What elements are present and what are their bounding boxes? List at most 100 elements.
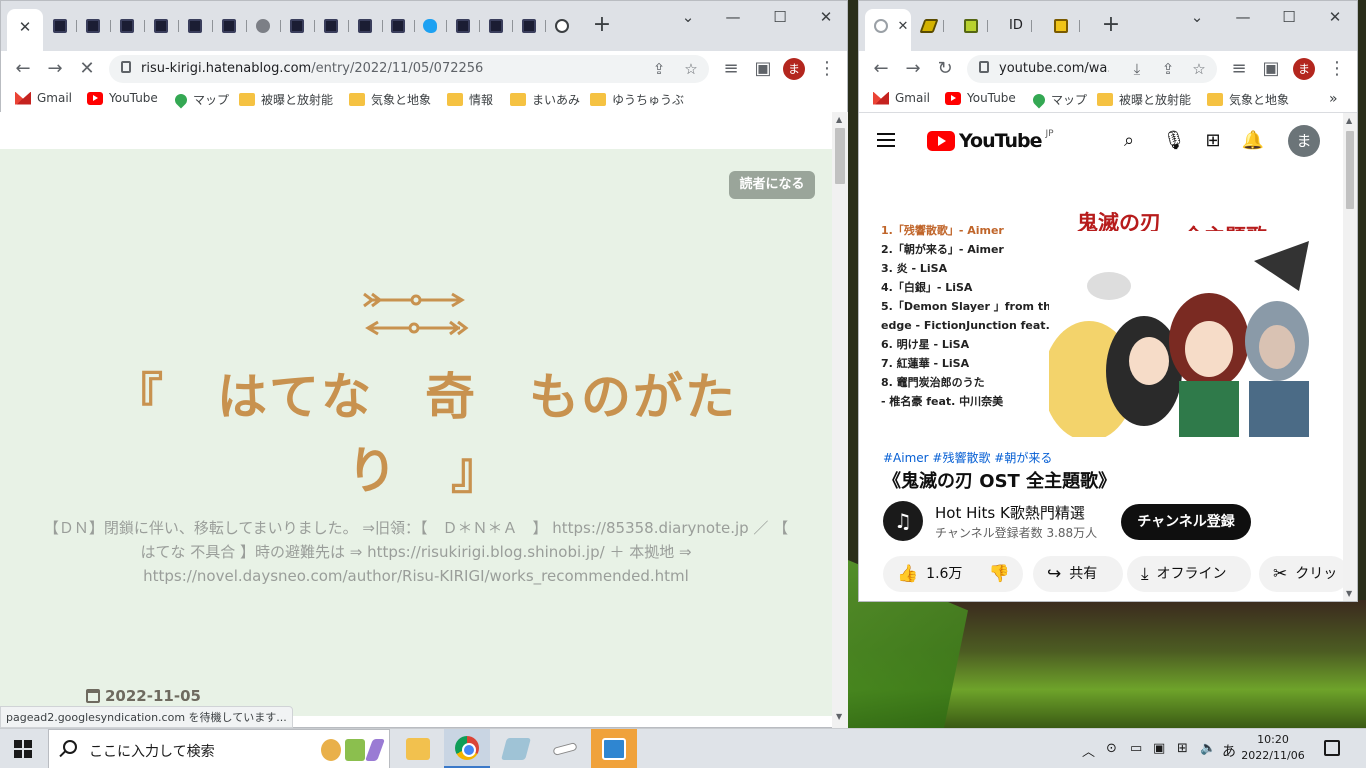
youtube-logo[interactable]: YouTube JP: [927, 129, 1054, 152]
active-tab-youtube[interactable]: ✕: [865, 9, 911, 51]
share-button[interactable]: ↪ 共有: [1033, 556, 1123, 592]
address-bar[interactable]: youtube.com/wa... ⤓ ⇪ ☆: [967, 55, 1217, 83]
ime-indicator[interactable]: あ: [1222, 741, 1236, 761]
like-button[interactable]: 👍 1.6万 👎: [883, 556, 1023, 592]
profile-avatar[interactable]: ま: [1293, 58, 1315, 80]
close-window-button[interactable]: ✕: [814, 7, 838, 27]
bookmarks-overflow-icon[interactable]: »: [1329, 91, 1338, 107]
side-panel-icon[interactable]: ▣: [1259, 57, 1283, 81]
scroll-down-arrow-icon[interactable]: ▼: [836, 712, 842, 721]
back-button[interactable]: ←: [869, 57, 893, 81]
channel-avatar[interactable]: ♫: [883, 501, 923, 541]
bookmark-folder[interactable]: 被曝と放射能: [1097, 91, 1191, 108]
tab[interactable]: [323, 18, 339, 34]
bookmark-folder[interactable]: まいあみ: [510, 91, 580, 108]
tab-search-chevron-icon[interactable]: ⌄: [1185, 7, 1209, 27]
tab[interactable]: [422, 18, 438, 34]
blog-title[interactable]: 『 はてな 奇 ものがたり 』: [100, 360, 750, 508]
tab[interactable]: [255, 18, 271, 34]
video-hashtags[interactable]: #Aimer #残響散歌 #朝が来る: [883, 449, 1052, 466]
page-scrollbar[interactable]: ▲ ▼: [1343, 113, 1357, 601]
share-icon[interactable]: ⇪: [1157, 58, 1179, 80]
forward-button[interactable]: →: [901, 57, 925, 81]
new-tab-button[interactable]: +: [1099, 14, 1123, 38]
network-icon[interactable]: ▣: [1153, 741, 1165, 756]
tab[interactable]: [1053, 18, 1069, 34]
scrollbar-thumb[interactable]: [1346, 131, 1354, 209]
minimize-button[interactable]: —: [1231, 7, 1255, 27]
media-control-icon[interactable]: ≡: [1227, 57, 1251, 81]
bookmark-gmail[interactable]: Gmail: [15, 91, 72, 105]
media-control-icon[interactable]: ≡: [719, 57, 743, 81]
tab[interactable]: [554, 18, 570, 34]
address-bar[interactable]: risu-kirigi.hatenablog.com/entry/2022/11…: [109, 55, 709, 83]
show-hidden-icons-chevron-icon[interactable]: ︿: [1082, 741, 1095, 760]
close-window-button[interactable]: ✕: [1323, 7, 1347, 27]
taskbar-app[interactable]: [542, 729, 588, 768]
notifications-bell-icon[interactable]: 🔔: [1241, 129, 1265, 153]
microphone-icon[interactable]: 🎙: [1162, 129, 1186, 153]
tab[interactable]: [488, 18, 504, 34]
tab[interactable]: [153, 18, 169, 34]
tab[interactable]: [919, 18, 939, 34]
bookmark-star-icon[interactable]: ☆: [1188, 58, 1210, 80]
tab[interactable]: [289, 18, 305, 34]
search-icon[interactable]: ⌕: [1117, 129, 1141, 153]
bookmark-star-icon[interactable]: ☆: [680, 58, 702, 80]
battery-icon[interactable]: ▭: [1130, 741, 1142, 756]
back-button[interactable]: ←: [11, 57, 35, 81]
taskbar-file-explorer[interactable]: [395, 729, 441, 768]
close-tab-icon[interactable]: ✕: [15, 17, 35, 37]
reload-button[interactable]: ↻: [933, 57, 957, 81]
system-clock[interactable]: 10:20 2022/11/06: [1238, 732, 1308, 764]
menu-kebab-icon[interactable]: ⋮: [815, 57, 839, 81]
tab[interactable]: [85, 18, 101, 34]
scroll-up-arrow-icon[interactable]: ▲: [1346, 116, 1352, 125]
tab[interactable]: [187, 18, 203, 34]
meet-now-icon[interactable]: ⊙: [1106, 741, 1117, 756]
bookmark-maps[interactable]: マップ: [1030, 91, 1087, 108]
maximize-button[interactable]: ☐: [768, 7, 792, 27]
taskbar-photos[interactable]: [591, 729, 637, 768]
menu-kebab-icon[interactable]: ⋮: [1325, 57, 1349, 81]
tab[interactable]: [521, 18, 537, 34]
taskbar-app[interactable]: [493, 729, 539, 768]
bookmark-folder[interactable]: 気象と地象: [349, 91, 431, 108]
channel-name[interactable]: Hot Hits K歌熱門精選: [935, 502, 1085, 523]
bookmark-folder[interactable]: 情報: [447, 91, 493, 108]
security-icon[interactable]: ⊞: [1177, 741, 1188, 756]
scroll-down-arrow-icon[interactable]: ▼: [1346, 589, 1352, 598]
tab[interactable]: [390, 18, 406, 34]
bookmark-maps[interactable]: マップ: [172, 91, 229, 108]
page-scrollbar[interactable]: ▲ ▼: [832, 112, 848, 728]
bookmark-youtube[interactable]: YouTube: [945, 91, 1016, 105]
windows-start-icon[interactable]: [14, 740, 32, 758]
volume-icon[interactable]: 🔈: [1200, 741, 1216, 756]
side-panel-icon[interactable]: ▣: [751, 57, 775, 81]
close-tab-icon[interactable]: ✕: [893, 17, 913, 37]
clip-button[interactable]: ✂ クリッ: [1259, 556, 1343, 592]
forward-button[interactable]: →: [43, 57, 67, 81]
new-tab-button[interactable]: +: [590, 14, 614, 38]
bookmark-folder[interactable]: 被曝と放射能: [239, 91, 333, 108]
stop-loading-button[interactable]: ✕: [75, 57, 99, 81]
youtube-avatar[interactable]: ま: [1288, 125, 1320, 157]
tab[interactable]: [119, 18, 135, 34]
bookmark-folder[interactable]: 気象と地象: [1207, 91, 1289, 108]
tab[interactable]: [221, 18, 237, 34]
tab-id-label[interactable]: ID: [1009, 18, 1023, 33]
tab[interactable]: [357, 18, 373, 34]
maximize-button[interactable]: ☐: [1277, 7, 1301, 27]
bookmark-gmail[interactable]: Gmail: [873, 91, 930, 105]
profile-avatar[interactable]: ま: [783, 58, 805, 80]
tab[interactable]: [52, 18, 68, 34]
taskbar-search-input[interactable]: ここに入力して検索: [48, 729, 390, 768]
bookmark-youtube[interactable]: YouTube: [87, 91, 158, 105]
hamburger-menu-icon[interactable]: [877, 133, 895, 147]
bookmark-folder[interactable]: ゆうちゅうぶ: [590, 91, 684, 108]
subscribe-reader-button[interactable]: 読者になる: [729, 171, 815, 199]
active-tab[interactable]: ✕: [7, 9, 43, 51]
scroll-up-arrow-icon[interactable]: ▲: [836, 115, 842, 124]
tab-search-chevron-icon[interactable]: ⌄: [676, 7, 700, 27]
create-video-icon[interactable]: ⊞: [1201, 129, 1225, 153]
